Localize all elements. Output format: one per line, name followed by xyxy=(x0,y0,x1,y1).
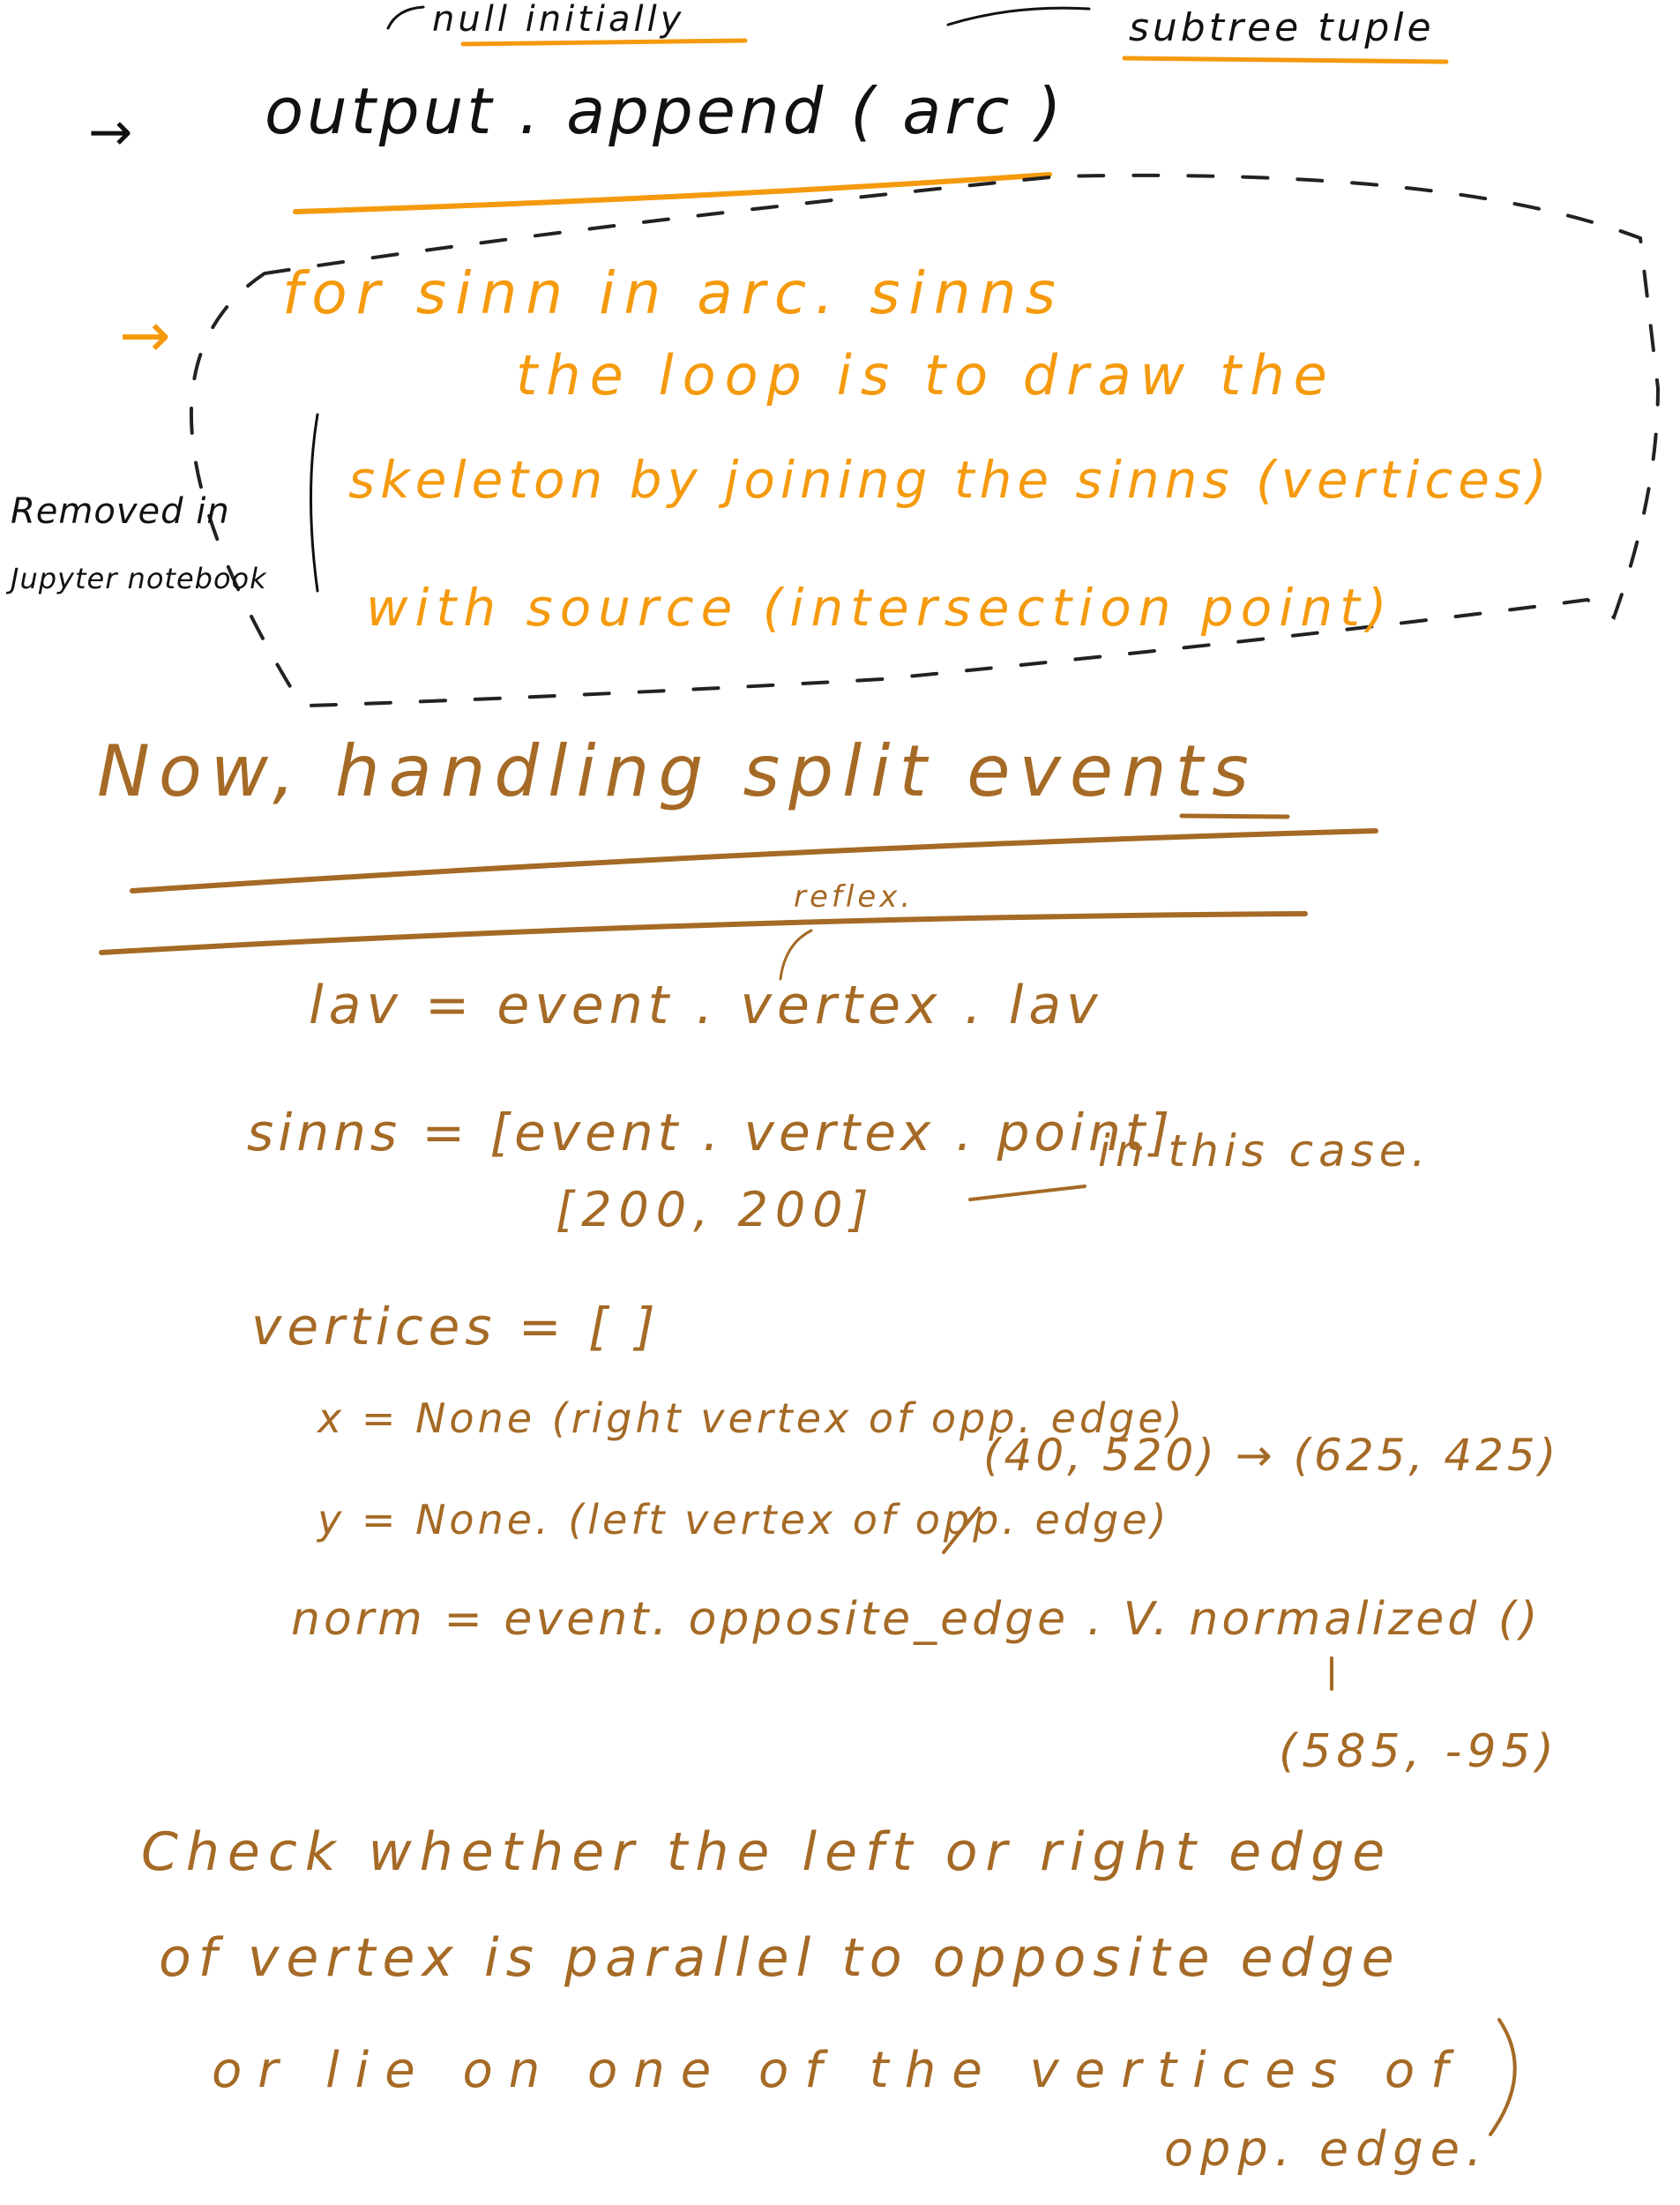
norm-value: (585, -95) xyxy=(1279,1725,1559,1778)
reflex-note: reflex. xyxy=(794,879,915,915)
sinns-value: [200, 200] xyxy=(556,1182,876,1237)
in-this-case-arrow xyxy=(968,1185,1086,1201)
note-page: { "colors": { "black_ink": "#111111", "o… xyxy=(0,0,1680,2205)
lav-line: lav = event . vertex . lav xyxy=(309,975,1103,1036)
vertices-line: vertices = [ ] xyxy=(251,1297,661,1357)
check-line-1: Check whether the left or right edge xyxy=(141,1821,1393,1883)
norm-line: norm = event. opposite_edge . V. normali… xyxy=(291,1593,1542,1646)
y-none-line: y = None. (left vertex of opp. edge) xyxy=(317,1496,1170,1544)
sinns-line: sinns = [event . vertex . point] xyxy=(247,1102,1175,1162)
loop-explain-line-2: skeleton by joining the sinns (vertices) xyxy=(348,450,1552,510)
subtree-underline xyxy=(1122,56,1449,64)
in-this-case-note: in this case. xyxy=(1098,1125,1431,1177)
removed-side-note-1: Removed in xyxy=(11,491,230,532)
removed-side-note-2: Jupyter notebook xyxy=(11,562,267,595)
loop-arrow-icon: → xyxy=(119,299,175,371)
check-hook xyxy=(1489,2018,1517,2136)
check-line-4: opp. edge. xyxy=(1164,2121,1490,2177)
split-events-heading: Now, handling split events xyxy=(97,730,1258,812)
output-append-line: output . append ( arc ) xyxy=(265,74,1065,148)
opp-edge-points: (40, 520) → (625, 425) xyxy=(983,1430,1560,1481)
loop-explain-line-1: the loop is to draw the xyxy=(516,343,1336,407)
check-line-3: or lie on one of the vertices of xyxy=(212,2042,1464,2099)
null-underline xyxy=(460,38,748,47)
top-arrow-icon: → xyxy=(88,101,137,163)
heading-underline-1 xyxy=(130,828,1378,893)
check-line-2: of vertex is parallel to opposite edge xyxy=(159,1927,1401,1989)
heading-underline-3 xyxy=(1179,813,1290,819)
null-pointer-arrow xyxy=(386,5,425,30)
for-loop-line: for sinn in arc. sinns xyxy=(282,259,1064,327)
reflex-pointer xyxy=(779,929,813,981)
subtree-pointer-arrow xyxy=(946,6,1091,26)
side-note-bracket xyxy=(310,413,319,593)
subtree-tuple-note: subtree tuple xyxy=(1129,5,1435,50)
loop-explain-line-3: with source (intersection point) xyxy=(366,578,1394,638)
orange-underline xyxy=(293,172,1052,214)
null-initially-note: null initially xyxy=(432,0,685,40)
heading-underline-2 xyxy=(99,911,1308,955)
